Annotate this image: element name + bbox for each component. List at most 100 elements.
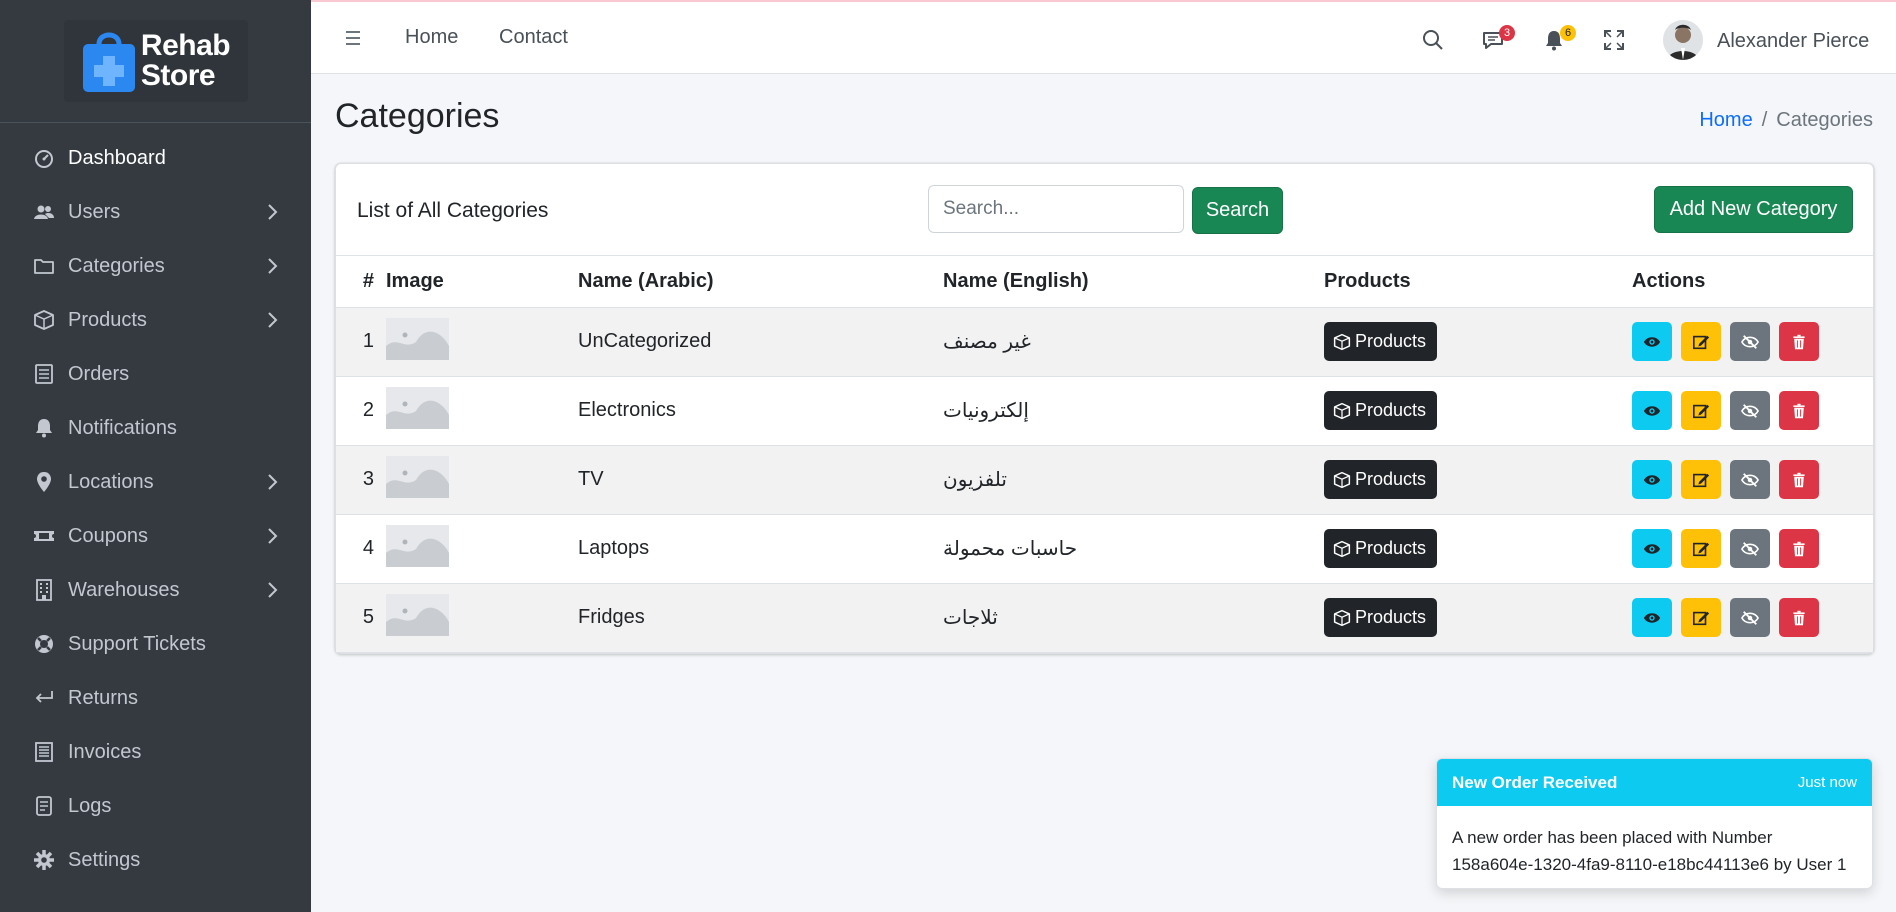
image-placeholder-icon[interactable] xyxy=(386,593,449,636)
col-header-image: Image xyxy=(386,256,578,308)
nav-link-home[interactable]: Home xyxy=(405,26,458,49)
edit-button[interactable] xyxy=(1681,598,1721,637)
sidebar-item-locations[interactable]: Locations xyxy=(0,455,311,509)
edit-button[interactable] xyxy=(1681,391,1721,430)
toast-header: New Order Received Just now xyxy=(1437,759,1872,806)
eye-slash-icon xyxy=(1741,334,1759,349)
products-button-label: Products xyxy=(1355,538,1427,558)
sidebar-item-warehouses[interactable]: Warehouses xyxy=(0,563,311,617)
view-button[interactable] xyxy=(1632,598,1672,637)
sidebar-item-label: Dashboard xyxy=(68,146,166,169)
table-row: 4 Laptops حاسبات محمولة Products xyxy=(336,514,1873,584)
sidebar-item-notifications[interactable]: Notifications xyxy=(0,401,311,455)
user-name[interactable]: Alexander Pierce xyxy=(1717,30,1869,53)
table-row: 2 Electronics إلكترونيات Products xyxy=(336,376,1873,446)
building-icon xyxy=(36,579,52,601)
chevron-right-icon xyxy=(268,258,278,274)
toast-title: New Order Received xyxy=(1452,772,1618,792)
eye-slash-icon xyxy=(1741,541,1759,556)
toast-body: A new order has been placed with Number … xyxy=(1437,806,1872,878)
trash-icon xyxy=(1793,403,1805,418)
delete-button[interactable] xyxy=(1779,529,1819,568)
search-button[interactable]: Search xyxy=(1192,187,1283,234)
delete-button[interactable] xyxy=(1779,460,1819,499)
products-button[interactable]: Products xyxy=(1324,529,1438,568)
edit-button[interactable] xyxy=(1681,460,1721,499)
row-image-cell xyxy=(386,376,578,446)
sidebar-item-label: Locations xyxy=(68,470,154,493)
table-body: 1 UnCategorized غير مصنف Products 2 Elec… xyxy=(336,307,1873,653)
hide-button[interactable] xyxy=(1730,391,1770,430)
sidebar-item-products[interactable]: Products xyxy=(0,293,311,347)
sidebar-item-dashboard[interactable]: Dashboard xyxy=(0,131,311,185)
eye-icon xyxy=(1643,405,1661,416)
products-button[interactable]: Products xyxy=(1324,598,1438,637)
brand-logo[interactable]: Rehab Store xyxy=(63,20,248,102)
sidebar-item-orders[interactable]: Orders xyxy=(0,347,311,401)
categories-table: # Image Name (Arabic) Name (English) Pro… xyxy=(336,256,1873,653)
products-button[interactable]: Products xyxy=(1324,460,1438,499)
hide-button[interactable] xyxy=(1730,322,1770,361)
hamburger-menu-icon[interactable] xyxy=(346,30,364,46)
hide-button[interactable] xyxy=(1730,598,1770,637)
top-navbar: Home Contact 3 6 Alexander Pierce xyxy=(311,0,1896,74)
sidebar-item-label: Support Tickets xyxy=(68,632,206,655)
sidebar-item-coupons[interactable]: Coupons xyxy=(0,509,311,563)
row-actions-cell xyxy=(1632,307,1873,377)
hide-button[interactable] xyxy=(1730,460,1770,499)
sidebar-item-invoices[interactable]: Invoices xyxy=(0,725,311,779)
image-placeholder-icon[interactable] xyxy=(386,317,449,360)
sidebar-item-label: Invoices xyxy=(68,740,142,763)
row-name-english: حاسبات محمولة xyxy=(943,514,1324,584)
add-category-button[interactable]: Add New Category xyxy=(1654,186,1853,233)
hide-button[interactable] xyxy=(1730,529,1770,568)
search-icon[interactable] xyxy=(1421,28,1445,52)
eye-slash-icon xyxy=(1741,403,1759,418)
page-title: Categories xyxy=(335,97,500,135)
chevron-right-icon xyxy=(268,528,278,544)
row-name-arabic: Electronics xyxy=(578,376,943,446)
toast-body-line1: A new order has been placed with Number xyxy=(1452,828,1773,847)
image-placeholder-icon[interactable] xyxy=(386,455,449,498)
sidebar-item-label: Notifications xyxy=(68,416,177,439)
edit-icon xyxy=(1692,404,1710,418)
brand[interactable]: Rehab Store xyxy=(0,0,311,123)
sidebar-item-returns[interactable]: Returns xyxy=(0,671,311,725)
sidebar-item-users[interactable]: Users xyxy=(0,185,311,239)
products-button-label: Products xyxy=(1355,400,1427,420)
nav-link-contact[interactable]: Contact xyxy=(499,26,568,49)
delete-button[interactable] xyxy=(1779,322,1819,361)
fullscreen-icon[interactable] xyxy=(1602,28,1626,52)
row-name-arabic: TV xyxy=(578,445,943,515)
row-image-cell xyxy=(386,307,578,377)
view-button[interactable] xyxy=(1632,529,1672,568)
view-button[interactable] xyxy=(1632,322,1672,361)
edit-button[interactable] xyxy=(1681,529,1721,568)
avatar[interactable] xyxy=(1663,20,1703,60)
products-button[interactable]: Products xyxy=(1324,322,1438,361)
sidebar-item-label: Logs xyxy=(68,794,112,817)
row-name-english: تلفزيون xyxy=(943,445,1324,515)
chevron-right-icon xyxy=(268,312,278,328)
image-placeholder-icon[interactable] xyxy=(386,524,449,567)
sidebar-item-settings[interactable]: Settings xyxy=(0,833,311,887)
breadcrumb-home[interactable]: Home xyxy=(1699,109,1752,131)
new-order-toast[interactable]: New Order Received Just now A new order … xyxy=(1436,758,1873,889)
search-input[interactable] xyxy=(928,185,1184,233)
sidebar-item-support-tickets[interactable]: Support Tickets xyxy=(0,617,311,671)
image-placeholder-icon[interactable] xyxy=(386,386,449,429)
sidebar-item-logs[interactable]: Logs xyxy=(0,779,311,833)
view-button[interactable] xyxy=(1632,391,1672,430)
row-number: 2 xyxy=(336,376,386,446)
delete-button[interactable] xyxy=(1779,391,1819,430)
delete-button[interactable] xyxy=(1779,598,1819,637)
products-button[interactable]: Products xyxy=(1324,391,1438,430)
sidebar-item-categories[interactable]: Categories xyxy=(0,239,311,293)
col-header-name-english: Name (English) xyxy=(943,256,1324,308)
row-actions-cell xyxy=(1632,583,1873,653)
table-row: 1 UnCategorized غير مصنف Products xyxy=(336,307,1873,377)
chevron-right-icon xyxy=(268,582,278,598)
view-button[interactable] xyxy=(1632,460,1672,499)
edit-icon xyxy=(1692,542,1710,556)
edit-button[interactable] xyxy=(1681,322,1721,361)
